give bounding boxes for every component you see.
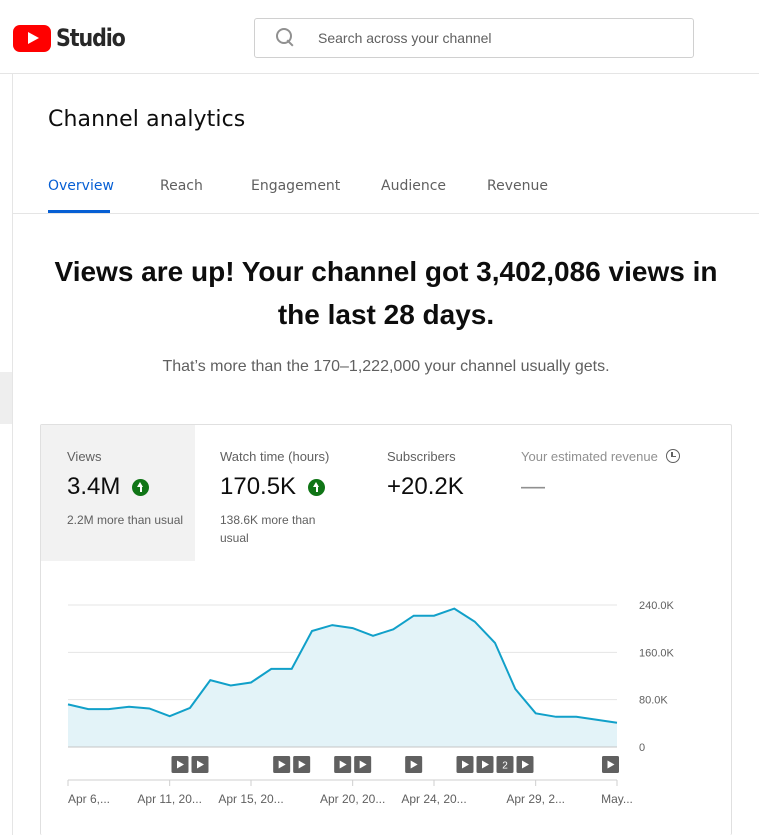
y-tick-label: 240.0K bbox=[639, 600, 675, 612]
metric-value-text: 3.4M bbox=[67, 473, 121, 500]
views-area bbox=[68, 608, 617, 747]
headline-subtext: That’s more than the 170–1,222,000 your … bbox=[162, 358, 610, 375]
search-icon[interactable] bbox=[276, 28, 296, 48]
left-rail bbox=[0, 74, 13, 835]
video-marker-icon[interactable] bbox=[476, 756, 494, 773]
main-content: Channel analytics Overview Reach Engagem… bbox=[13, 74, 759, 835]
views-chart[interactable]: 240.0K 160.0K 80.0K 0 2 Apr 6,... Apr 11, 20… bbox=[41, 575, 731, 835]
metric-value: — bbox=[521, 473, 545, 501]
video-marker-count[interactable]: 2 bbox=[496, 756, 514, 773]
marker-count-label: 2 bbox=[502, 761, 508, 772]
tab-overview[interactable]: Overview bbox=[48, 178, 114, 194]
clock-icon[interactable] bbox=[665, 449, 680, 463]
y-tick-label: 80.0K bbox=[639, 695, 668, 707]
video-marker-icon[interactable] bbox=[602, 756, 619, 773]
metrics-card: Views 3.4M 2.2M more than usual Watch ti… bbox=[40, 424, 732, 835]
left-rail-tab[interactable] bbox=[0, 372, 12, 424]
x-tick-label: Apr 6,... bbox=[68, 792, 110, 806]
video-marker-icon[interactable] bbox=[456, 756, 474, 773]
metric-tab-subscribers[interactable]: Subscribers +20.2K bbox=[361, 425, 495, 561]
x-tick-label: Apr 24, 20... bbox=[401, 792, 466, 806]
tab-audience[interactable]: Audience bbox=[381, 178, 446, 194]
video-marker-icon[interactable] bbox=[354, 756, 372, 773]
x-tick-label: Apr 20, 20... bbox=[320, 792, 385, 806]
y-tick-label: 0 bbox=[639, 742, 645, 754]
tab-revenue[interactable]: Revenue bbox=[487, 178, 548, 194]
video-marker-icon[interactable] bbox=[171, 756, 189, 773]
metric-value-text: +20.2K bbox=[387, 473, 464, 500]
metric-note: 2.2M more than usual bbox=[67, 513, 184, 527]
analytics-tabs: Overview Reach Engagement Audience Reven… bbox=[13, 170, 759, 214]
x-tick-label: May... bbox=[601, 792, 633, 806]
video-marker-icon[interactable] bbox=[516, 756, 534, 773]
metric-tab-watch-time[interactable]: Watch time (hours) 170.5K 138.6K more th… bbox=[195, 425, 361, 561]
search-input[interactable] bbox=[318, 30, 648, 46]
page-title: Channel analytics bbox=[48, 107, 246, 132]
metric-tab-revenue[interactable]: Your estimated revenue — bbox=[495, 425, 733, 561]
video-markers: 2 bbox=[171, 756, 619, 773]
metric-label: Your estimated revenue bbox=[521, 449, 680, 464]
top-bar: Studio bbox=[0, 0, 759, 74]
metric-note: 138.6K more than usual bbox=[220, 513, 316, 545]
x-tick-label: Apr 11, 20... bbox=[137, 792, 201, 806]
y-axis-ticks: 240.0K 160.0K 80.0K 0 bbox=[639, 600, 675, 754]
search-box[interactable] bbox=[254, 18, 694, 58]
metric-value: +20.2K bbox=[387, 473, 464, 501]
video-marker-icon[interactable] bbox=[273, 756, 291, 773]
logo-text: Studio bbox=[56, 24, 126, 52]
youtube-play-icon bbox=[13, 24, 51, 52]
arrow-up-icon bbox=[308, 478, 326, 496]
metric-tab-views[interactable]: Views 3.4M 2.2M more than usual bbox=[41, 425, 195, 561]
arrow-up-icon bbox=[132, 478, 150, 496]
metric-label-text: Your estimated revenue bbox=[521, 449, 658, 464]
metric-value: 170.5K bbox=[220, 473, 326, 501]
video-marker-icon[interactable] bbox=[191, 756, 209, 773]
active-tab-indicator bbox=[48, 210, 110, 213]
metric-value-text: 170.5K bbox=[220, 473, 297, 500]
headline: Views are up! Your channel got 3,402,086… bbox=[13, 250, 759, 336]
x-tick-label: Apr 29, 2... bbox=[506, 792, 565, 806]
video-marker-icon[interactable] bbox=[334, 756, 352, 773]
metric-label: Watch time (hours) bbox=[220, 449, 330, 464]
headline-line-1: Views are up! Your channel got 3,402,086… bbox=[54, 256, 718, 287]
video-marker-icon[interactable] bbox=[293, 756, 311, 773]
metric-label: Views bbox=[67, 449, 102, 464]
tab-engagement[interactable]: Engagement bbox=[251, 178, 340, 194]
video-marker-icon[interactable] bbox=[405, 756, 423, 773]
metric-label: Subscribers bbox=[387, 449, 456, 464]
x-axis: Apr 6,... Apr 11, 20... Apr 15, 20... Apr 2… bbox=[67, 746, 633, 806]
y-tick-label: 160.0K bbox=[639, 647, 675, 659]
headline-line-2: the last 28 days. bbox=[277, 299, 495, 330]
metric-value: 3.4M bbox=[67, 473, 150, 501]
tab-reach[interactable]: Reach bbox=[160, 178, 203, 194]
studio-logo[interactable]: Studio bbox=[13, 24, 136, 52]
metric-value-text: — bbox=[521, 473, 545, 500]
x-tick-label: Apr 15, 20... bbox=[218, 792, 283, 806]
